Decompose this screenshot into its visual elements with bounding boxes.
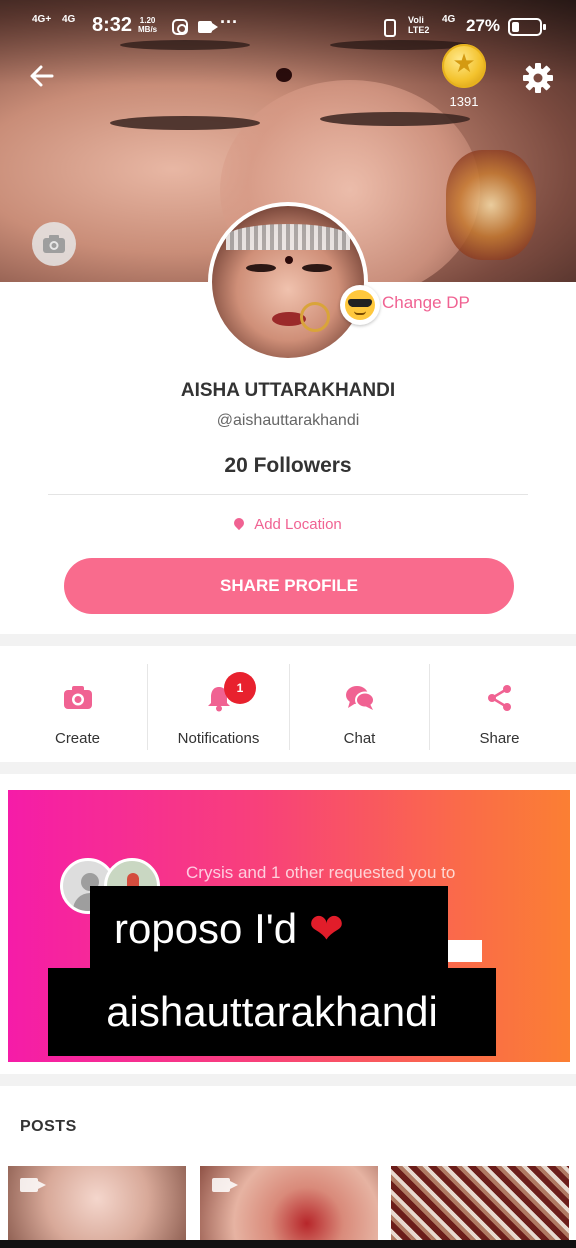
- followers-count[interactable]: 20 Followers: [0, 454, 576, 478]
- back-arrow-icon[interactable]: [24, 58, 60, 94]
- signal-indicator-2: 4G: [62, 14, 76, 25]
- chat-label: Chat: [343, 730, 376, 747]
- create-action[interactable]: Create: [7, 646, 148, 760]
- action-row: Create 1 Notifications Chat Share: [0, 646, 576, 760]
- notifications-label: Notifications: [177, 730, 260, 747]
- heart-icon: ❤: [308, 905, 345, 952]
- banner-button-fragment: [448, 940, 482, 962]
- caption-overlay-line2: aishauttarakhandi: [48, 968, 496, 1056]
- network-type: 4G: [442, 14, 456, 25]
- notifications-action[interactable]: 1 Notifications: [148, 646, 289, 760]
- request-text: Crysis and 1 other requested you to: [186, 863, 456, 882]
- instagram-icon: [172, 19, 188, 35]
- section-separator: [0, 634, 576, 646]
- location-pin-icon: [232, 515, 247, 531]
- profile-screen: 4G+ 4G 8:32 1.20 MB/s ··· Voli LTE2 4G 2…: [0, 0, 576, 1248]
- share-action[interactable]: Share: [429, 646, 570, 760]
- post-thumbnail[interactable]: [8, 1166, 186, 1248]
- post-thumbnail[interactable]: [391, 1166, 569, 1248]
- lte-label: LTE2: [408, 25, 430, 35]
- coin-icon[interactable]: ★: [442, 44, 486, 88]
- signal-indicator-1: 4G+: [32, 14, 52, 25]
- settings-gear-icon[interactable]: [520, 60, 556, 96]
- caption-text-1: roposo I'd: [114, 905, 298, 952]
- profile-handle: @aishauttarakhandi: [216, 412, 360, 429]
- add-location-link[interactable]: Add Location: [0, 515, 576, 533]
- network-speed-value: 1.20: [139, 16, 156, 25]
- system-nav-bar: [0, 1240, 576, 1248]
- vibrate-icon: [384, 19, 396, 37]
- chat-icon: [345, 684, 375, 717]
- posts-section-title: POSTS: [20, 1118, 77, 1135]
- profile-name: AISHA UTTARAKHANDI: [180, 380, 396, 401]
- network-speed: 1.20 MB/s: [138, 16, 157, 34]
- status-time: 8:32: [92, 14, 133, 36]
- section-separator: [0, 1074, 576, 1086]
- share-icon: [486, 684, 514, 717]
- network-speed-unit: MB/s: [138, 25, 158, 34]
- battery-percent: 27%: [466, 16, 501, 35]
- add-location-label: Add Location: [254, 516, 342, 533]
- post-thumbnail[interactable]: [200, 1166, 378, 1248]
- divider: [48, 494, 528, 495]
- camera-icon: [63, 684, 93, 715]
- volte-indicator: Voli LTE2: [408, 15, 429, 35]
- status-bar: 4G+ 4G 8:32 1.20 MB/s ··· Voli LTE2 4G 2…: [0, 10, 576, 44]
- volte-label: Voli: [408, 15, 424, 25]
- change-cover-camera-icon[interactable]: [32, 222, 76, 266]
- battery-level: [512, 22, 519, 32]
- create-label: Create: [54, 730, 101, 747]
- coin-count: 1391: [449, 94, 479, 109]
- share-profile-button[interactable]: SHARE PROFILE: [64, 558, 514, 614]
- video-recording-icon: [198, 21, 218, 33]
- section-separator: [0, 762, 576, 774]
- more-notifications-icon: ···: [220, 12, 238, 32]
- battery-icon: [508, 18, 546, 36]
- video-icon: [212, 1178, 238, 1192]
- profile-avatar[interactable]: [208, 202, 368, 362]
- video-icon: [20, 1178, 46, 1192]
- notification-badge: 1: [224, 672, 256, 704]
- chat-action[interactable]: Chat: [289, 646, 430, 760]
- sunglasses-emoji-icon: [340, 285, 380, 325]
- caption-overlay-line1: roposo I'd ❤: [90, 886, 448, 972]
- share-label: Share: [479, 730, 520, 747]
- change-dp-label: Change DP: [382, 293, 470, 312]
